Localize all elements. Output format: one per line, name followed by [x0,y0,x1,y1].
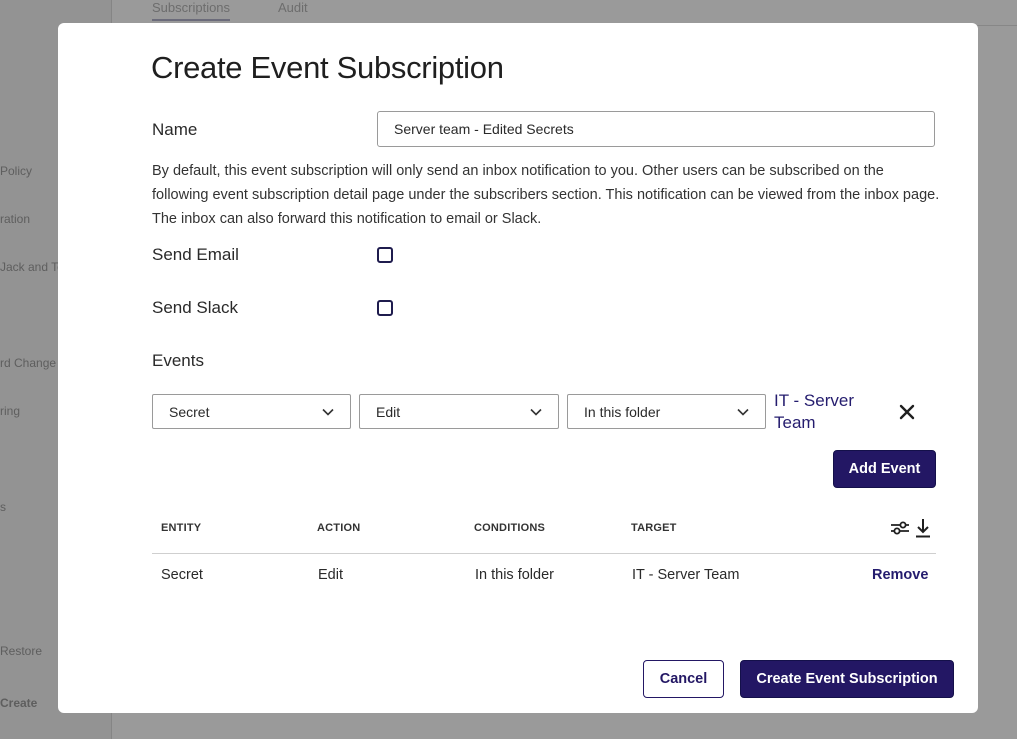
create-event-subscription-button[interactable]: Create Event Subscription [740,660,954,698]
send-slack-label: Send Slack [152,298,238,317]
events-label: Events [152,351,204,370]
background-sidebar-item: Create [0,696,38,710]
background-sidebar-item: Restore [0,644,43,658]
action-select[interactable]: Edit [359,394,559,429]
table-divider [152,553,936,554]
table-header-action: ACTION [317,522,361,534]
subscription-description: By default, this event subscription will… [152,163,940,227]
background-sidebar-item: Policy [0,164,33,178]
table-cell-entity: Secret [161,567,203,583]
background-tab: Subscriptions [152,0,231,21]
remove-event-link[interactable]: Remove [872,567,928,583]
table-header-target: TARGET [631,522,677,534]
condition-select-value: In this folder [584,403,661,420]
name-label: Name [152,120,198,139]
condition-select[interactable]: In this folder [567,394,766,429]
table-cell-action: Edit [318,567,343,583]
background-sidebar-item: ring [0,404,21,418]
close-icon[interactable] [896,401,918,423]
table-header-conditions: CONDITIONS [474,522,546,534]
table-cell-target: IT - Server Team [632,567,740,583]
background-sidebar-item: Jack and Te [0,260,64,274]
add-event-button[interactable]: Add Event [833,450,936,488]
action-select-value: Edit [376,403,401,420]
send-email-checkbox[interactable] [377,247,393,263]
background-tab: Audit [278,0,308,15]
entity-select[interactable]: Secret [152,394,351,429]
send-slack-checkbox[interactable] [377,300,393,316]
filter-sliders-icon[interactable] [890,518,910,538]
send-email-label: Send Email [152,245,239,264]
chevron-down-icon [530,406,542,418]
name-input[interactable] [377,111,935,147]
chevron-down-icon [322,406,334,418]
dialog-title: Create Event Subscription [151,50,504,85]
entity-select-value: Secret [169,403,210,420]
background-sidebar-item: rd Change [0,356,57,370]
create-event-subscription-dialog: Create Event Subscription Name By defaul… [58,23,978,713]
download-icon[interactable] [913,518,933,538]
table-header-entity: ENTITY [161,522,202,534]
background-sidebar-item: ration [0,212,31,226]
event-target-link[interactable]: IT - Server Team [774,390,884,434]
chevron-down-icon [737,406,749,418]
background-sidebar-item: s [0,500,6,514]
table-cell-conditions: In this folder [475,567,554,583]
cancel-button[interactable]: Cancel [643,660,724,698]
